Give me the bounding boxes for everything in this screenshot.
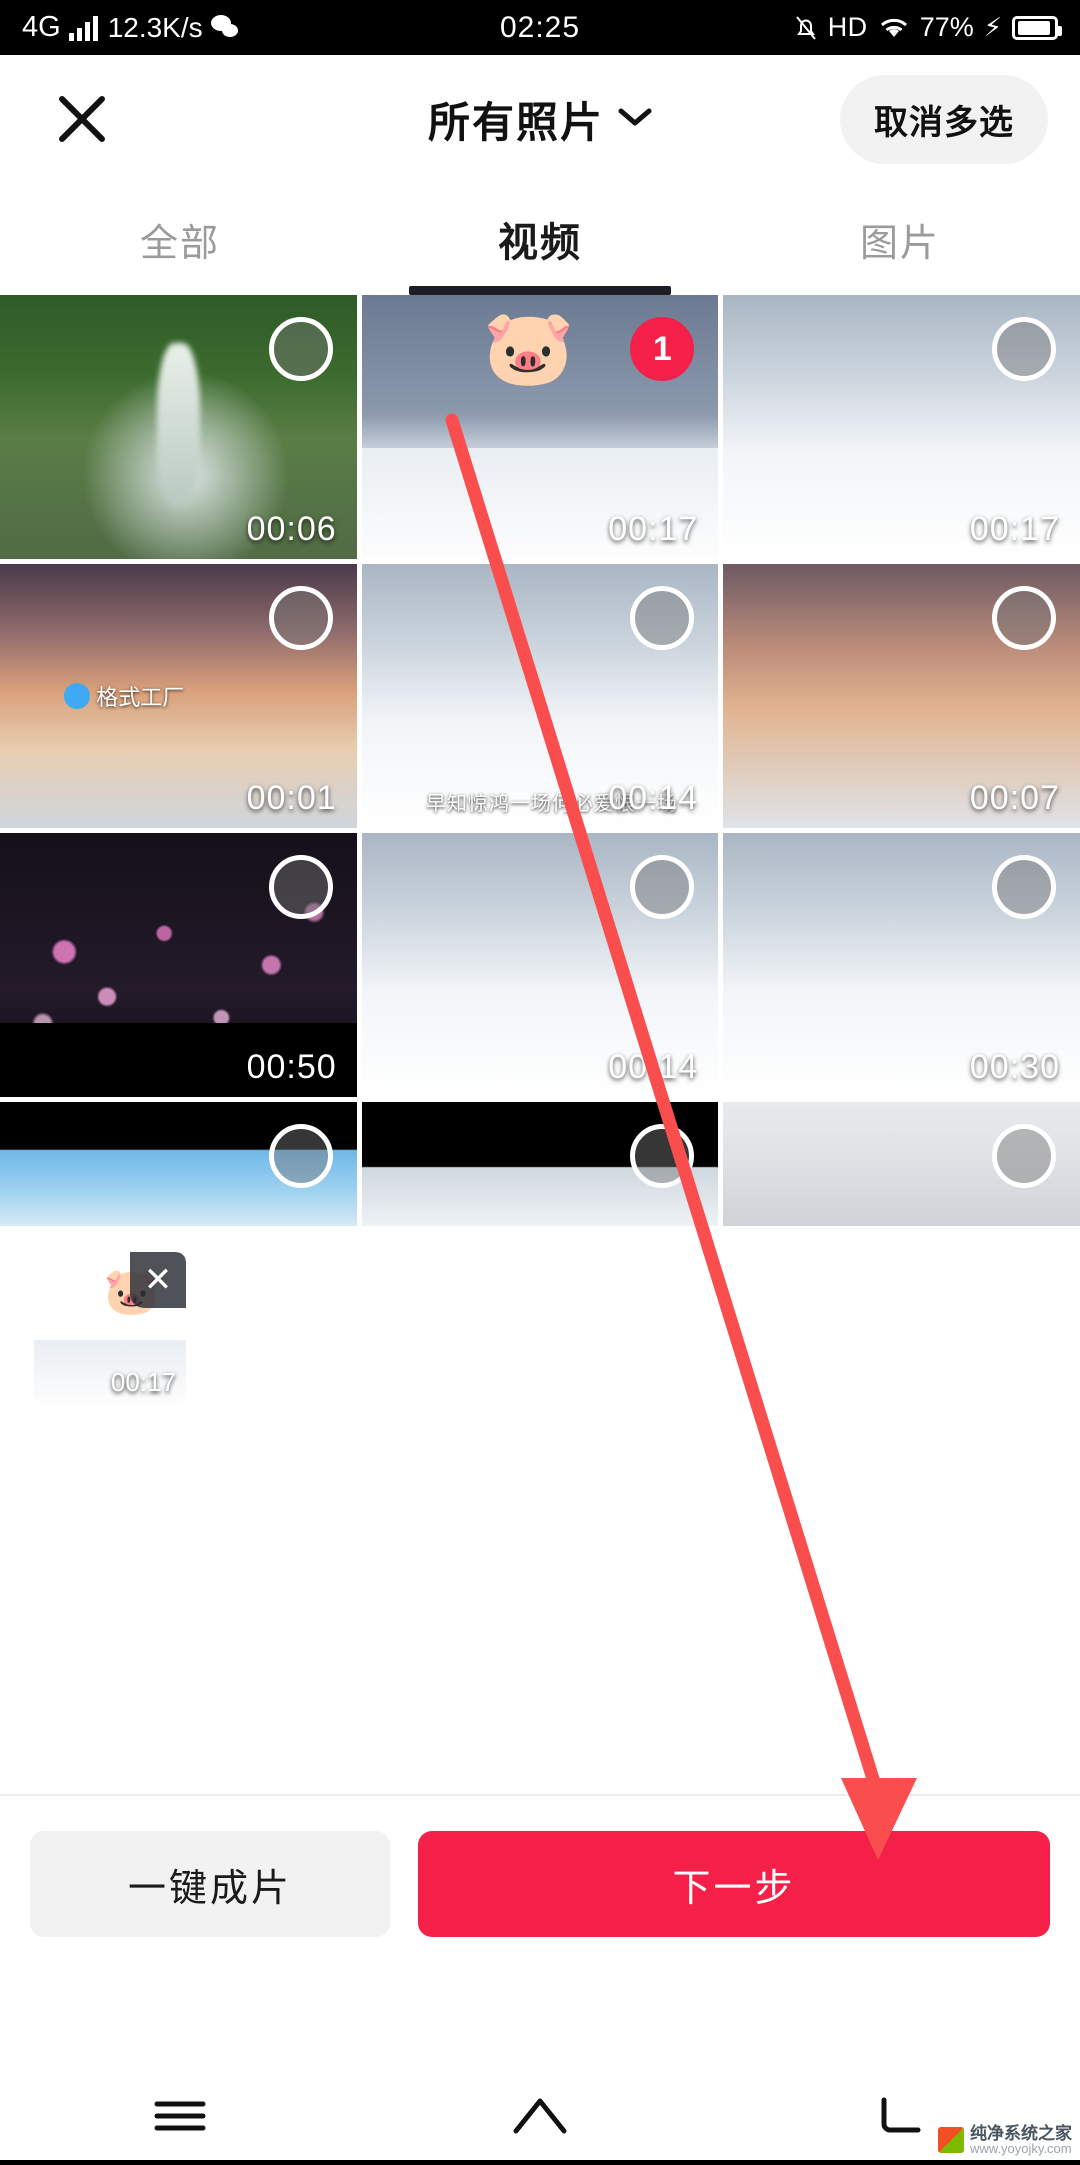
media-cell[interactable]: 00:07 [723, 564, 1080, 828]
media-type-tabs: 全部 视频 图片 [0, 183, 1080, 295]
select-checkbox[interactable] [991, 855, 1056, 919]
network-speed-label: 12.3K/s [107, 11, 203, 43]
page-title: 所有照片 [427, 98, 604, 146]
duration-label: 00:07 [969, 779, 1060, 817]
network-type-label: 4G [22, 11, 61, 43]
selected-tray: 🐷 ✕ 00:17 [0, 1226, 1080, 1418]
select-checkbox[interactable] [630, 1124, 695, 1188]
select-checkbox[interactable] [268, 855, 333, 919]
media-cell[interactable] [0, 1102, 357, 1226]
select-checkbox[interactable] [268, 317, 333, 381]
status-left: 4G 12.3K/s [22, 11, 241, 44]
next-step-button[interactable]: 下一步 [418, 1831, 1050, 1937]
chevron-down-icon [618, 106, 652, 133]
pig-sticker-icon: 🐷 [482, 305, 576, 389]
tab-all[interactable]: 全部 [0, 183, 360, 295]
media-grid: 00:06 🐷 1 00:17 00:17 格式工厂 00:01 早知惊鸿一场何… [0, 295, 1080, 1226]
home-icon[interactable] [465, 2072, 615, 2160]
status-bar: 4G 12.3K/s 02:25 HD 77% ⚡ [0, 0, 1080, 55]
select-checkbox[interactable] [268, 1124, 333, 1188]
close-icon[interactable] [42, 79, 122, 159]
sheet-header: 所有照片 取消多选 [0, 55, 1080, 183]
select-checkbox[interactable] [991, 317, 1056, 381]
media-cell[interactable] [361, 1102, 719, 1226]
duration-label: 00:14 [608, 1048, 699, 1086]
one-click-movie-button[interactable]: 一键成片 [30, 1831, 390, 1937]
duration-label: 00:06 [246, 510, 337, 548]
watermark-label: 格式工厂 [64, 680, 184, 712]
media-cell[interactable]: 00:50 [0, 833, 357, 1097]
status-right: HD 77% ⚡ [794, 12, 1062, 43]
select-checkbox-checked[interactable]: 1 [630, 317, 695, 381]
media-cell[interactable]: 00:17 [723, 295, 1080, 559]
tab-all-label: 全部 [139, 222, 220, 265]
menu-icon[interactable] [105, 2072, 255, 2160]
duration-label: 00:01 [246, 779, 337, 817]
media-cell[interactable]: 早知惊鸿一场何必爱恨一场 00:14 [361, 564, 719, 828]
duration-label: 00:17 [110, 1367, 176, 1397]
media-cell[interactable]: 00:30 [723, 833, 1080, 1097]
site-watermark: 纯净系统之家 www.yoyojky.com [938, 2123, 1072, 2157]
picker-sheet: 所有照片 取消多选 全部 视频 图片 00:06 🐷 1 00:17 00:17… [0, 55, 1080, 1972]
media-cell[interactable]: 00:14 [361, 833, 719, 1097]
duration-label: 00:30 [969, 1048, 1060, 1086]
media-cell[interactable] [723, 1102, 1080, 1226]
hd-label: HD [827, 12, 868, 42]
select-checkbox[interactable] [630, 586, 695, 650]
battery-percent-label: 77% [919, 12, 974, 42]
select-checkbox[interactable] [991, 1124, 1056, 1188]
bell-off-icon [794, 14, 818, 42]
action-bar: 一键成片 下一步 [0, 1794, 1080, 1972]
cancel-multiselect-button[interactable]: 取消多选 [840, 74, 1048, 164]
remove-selected-icon[interactable]: ✕ [130, 1252, 186, 1308]
media-cell[interactable]: 00:06 [0, 295, 357, 559]
watermark-logo-icon [938, 2127, 964, 2154]
media-cell[interactable]: 格式工厂 00:01 [0, 564, 357, 828]
select-checkbox[interactable] [268, 586, 333, 650]
select-checkbox[interactable] [991, 586, 1056, 650]
watermark-text: 格式工厂 [96, 685, 185, 711]
tab-image[interactable]: 图片 [720, 183, 1080, 295]
duration-label: 00:14 [608, 779, 699, 817]
bolt-icon: ⚡ [983, 12, 1002, 42]
wechat-icon [210, 14, 241, 41]
tab-image-label: 图片 [859, 222, 940, 265]
select-checkbox[interactable] [630, 855, 695, 919]
duration-label: 00:50 [246, 1048, 337, 1086]
battery-icon [1012, 15, 1062, 40]
duration-label: 00:17 [608, 510, 699, 548]
watermark-logo-icon [64, 683, 91, 710]
wifi-icon [878, 15, 910, 41]
watermark-url: www.yoyojky.com [970, 2141, 1072, 2157]
tab-video-label: 视频 [498, 221, 582, 265]
tab-video[interactable]: 视频 [360, 183, 720, 295]
media-cell-selected[interactable]: 🐷 1 00:17 [361, 295, 719, 559]
watermark-site-name: 纯净系统之家 [970, 2123, 1072, 2143]
system-nav-bar: 纯净系统之家 www.yoyojky.com [0, 2072, 1080, 2160]
duration-label: 00:17 [969, 510, 1060, 548]
phone-screen: 4G 12.3K/s 02:25 HD 77% ⚡ 所有照片 取消多选 全部 视… [0, 0, 1080, 2160]
signal-bars-icon [68, 15, 98, 41]
selected-tray-item[interactable]: 🐷 ✕ 00:17 [34, 1252, 186, 1404]
